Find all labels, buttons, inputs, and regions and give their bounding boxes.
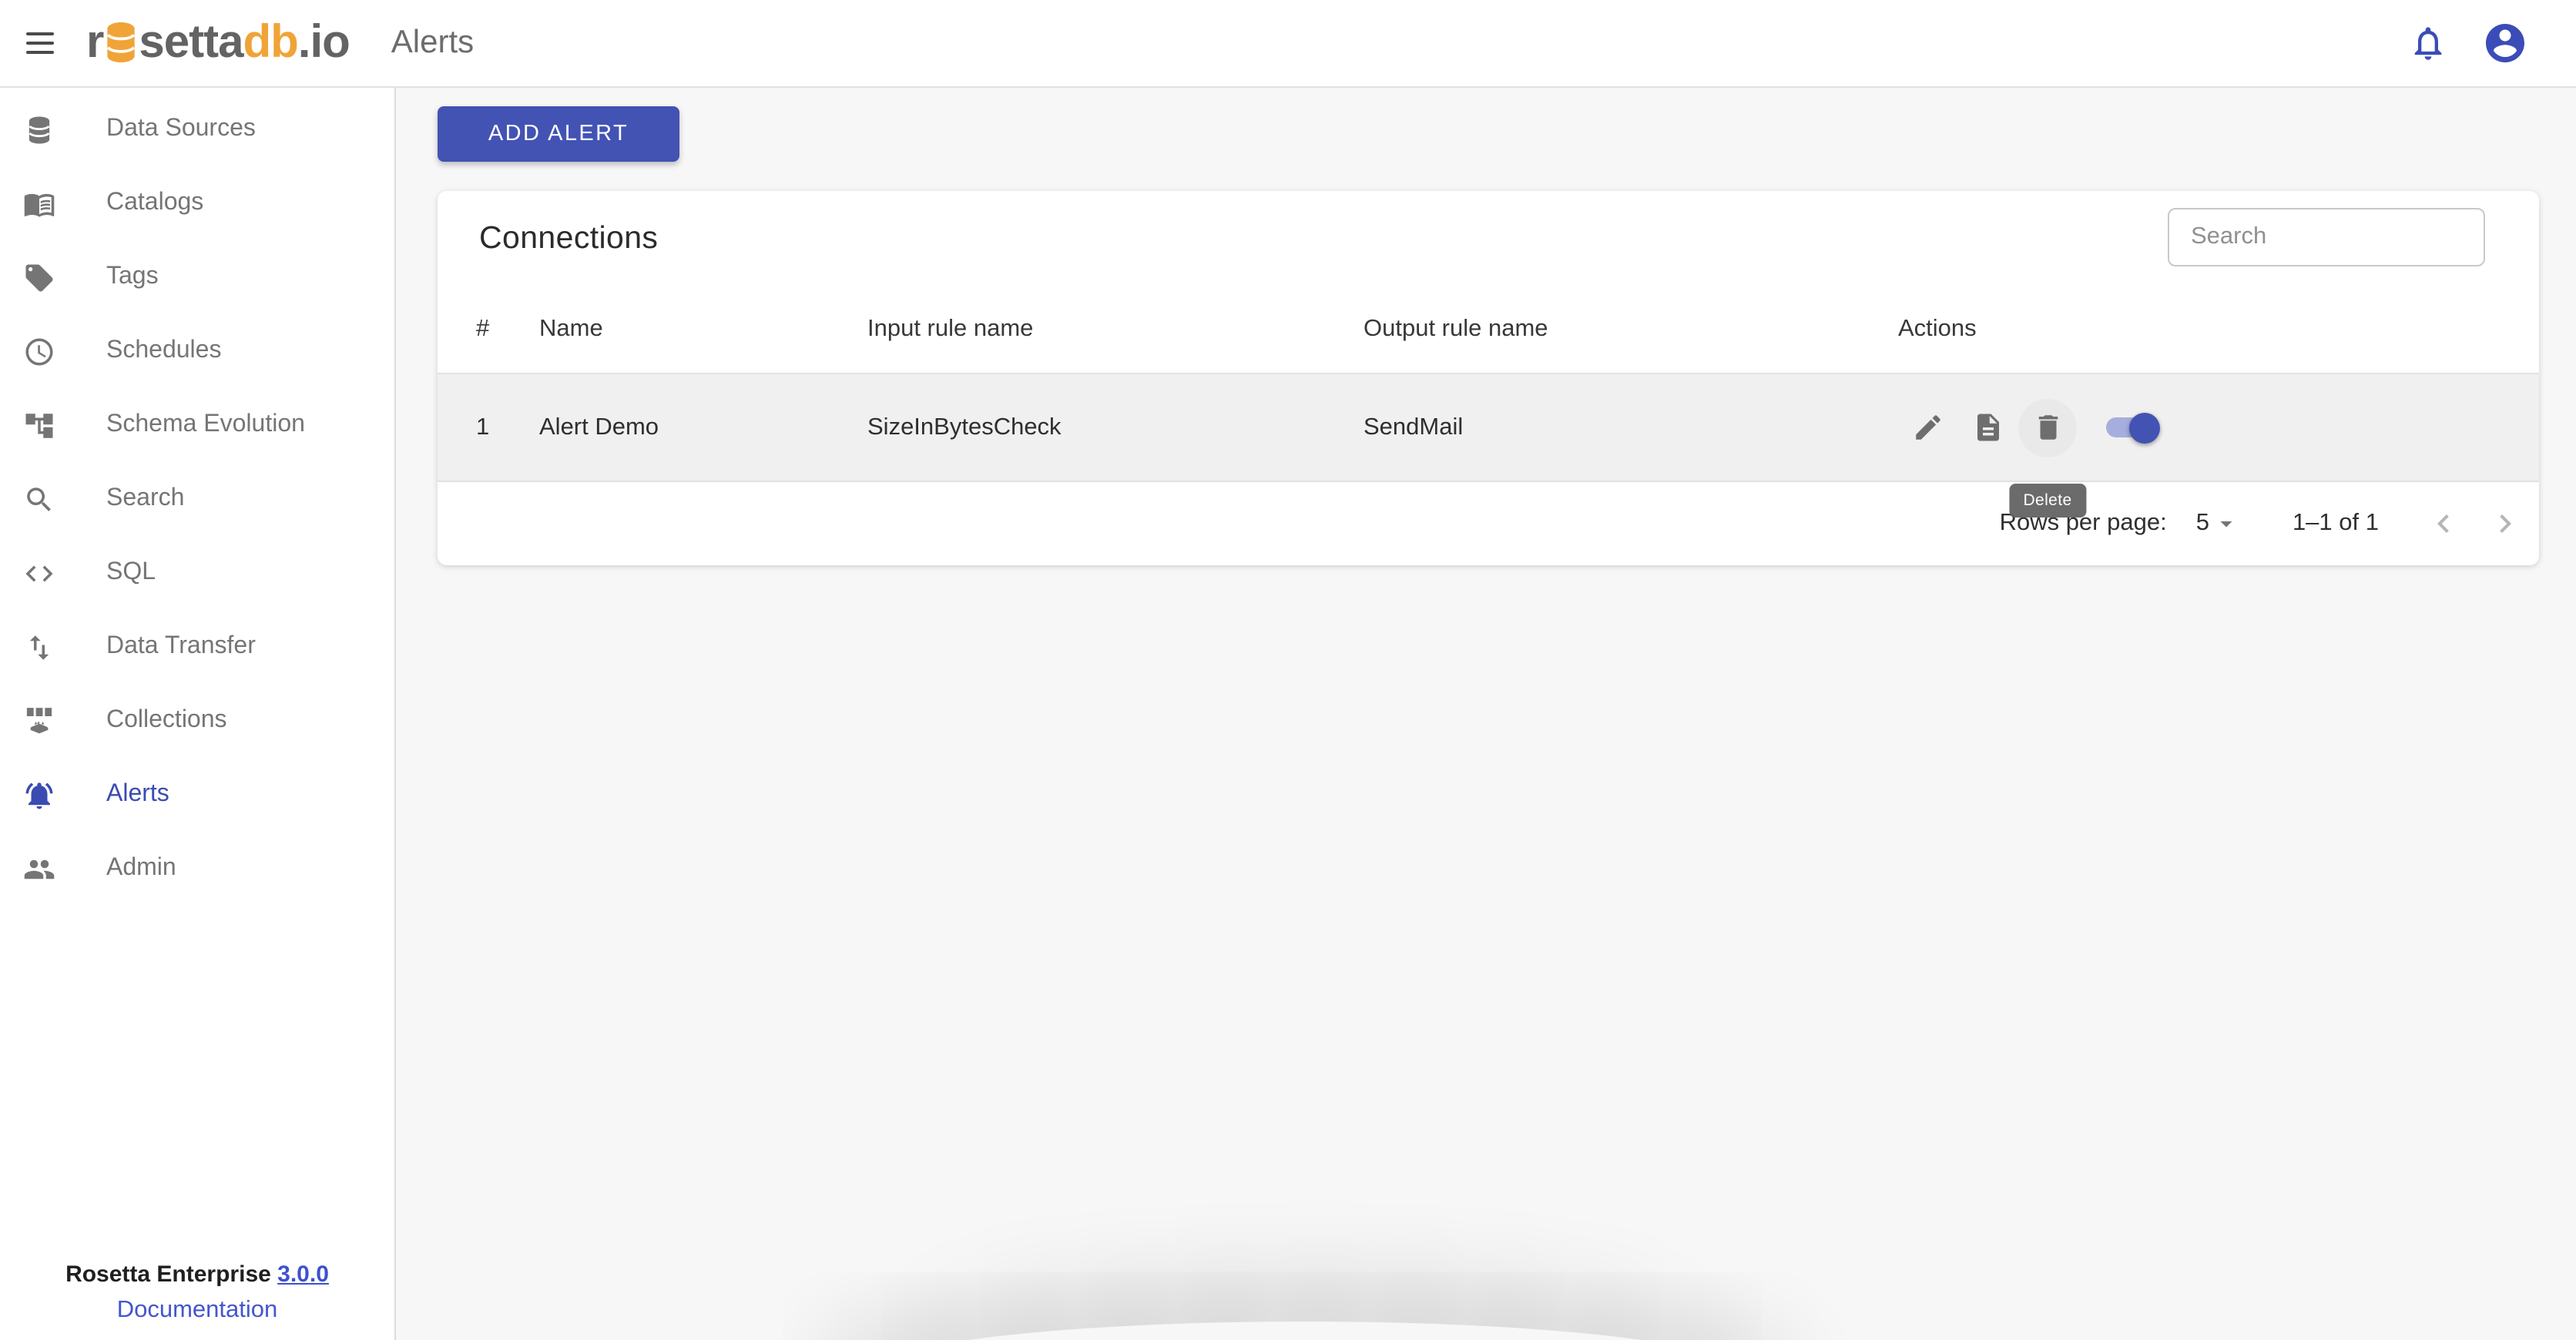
card-title: Connections (479, 220, 658, 257)
topbar: r setta db .io Alerts (0, 0, 2576, 88)
column-header-input-rule: Input rule name (867, 316, 1363, 343)
sidebar-item-alerts[interactable]: Alerts (0, 758, 394, 832)
row-name: Alert Demo (539, 414, 867, 441)
sidebar-item-label: Collections (106, 707, 227, 735)
sidebar-item-label: Data Sources (106, 116, 256, 143)
chevron-right-icon (2487, 504, 2524, 541)
dropdown-arrow-icon (2212, 509, 2240, 537)
tree-icon (23, 409, 55, 441)
menu-icon[interactable] (26, 32, 54, 54)
row-input-rule: SizeInBytesCheck (867, 414, 1363, 441)
sidebar-item-catalogs[interactable]: Catalogs (0, 166, 394, 240)
app-root: r setta db .io Alerts (0, 0, 2576, 1340)
import-export-icon (23, 631, 55, 663)
column-header-name: Name (539, 316, 867, 343)
delete-button[interactable] (2018, 398, 2077, 457)
pagination-range: 1–1 of 1 (2293, 509, 2379, 537)
table-pagination: Rows per page: 5 1–1 of 1 (438, 482, 2539, 564)
sidebar-item-schema-evolution[interactable]: Schema Evolution (0, 388, 394, 462)
sidebar-item-label: Admin (106, 855, 176, 883)
user-avatar-icon[interactable] (2482, 20, 2528, 66)
next-page-button[interactable] (2487, 504, 2524, 541)
search-icon (23, 483, 55, 515)
document-icon (1971, 411, 2004, 444)
row-output-rule: SendMail (1363, 414, 1898, 441)
documentation-link[interactable]: Documentation (0, 1292, 394, 1328)
bottom-edge-shadow (858, 1322, 1752, 1340)
collections-icon (23, 705, 55, 737)
previous-page-button[interactable] (2425, 504, 2462, 541)
sidebar: Data Sources Catalogs Tags Schedu (0, 88, 396, 1340)
notifications-bell-icon[interactable] (2408, 23, 2448, 63)
delete-tooltip: Delete (2009, 484, 2085, 518)
row-actions (1898, 398, 2524, 457)
people-icon (23, 853, 55, 885)
column-header-actions: Actions (1898, 316, 2524, 343)
product-name: Rosetta Enterprise (65, 1261, 271, 1288)
log-button[interactable] (1958, 398, 2017, 457)
rows-per-page-value: 5 (2196, 509, 2209, 537)
sidebar-item-label: Search (106, 485, 184, 513)
bell-ringing-icon (23, 779, 55, 811)
logo-text-middle: setta (139, 20, 243, 66)
card-header: Connections (438, 191, 2539, 286)
logo-text-suffix: .io (298, 20, 350, 66)
sidebar-item-collections[interactable]: Collections (0, 684, 394, 758)
table-header-row: # Name Input rule name Output rule name … (438, 286, 2539, 374)
chevron-left-icon (2425, 504, 2462, 541)
version-link[interactable]: 3.0.0 (277, 1261, 329, 1288)
enabled-toggle[interactable] (2101, 412, 2160, 443)
sidebar-item-label: Data Transfer (106, 633, 256, 661)
toggle-thumb (2129, 412, 2160, 443)
logo-database-icon (105, 21, 137, 62)
app-shell: Data Sources Catalogs Tags Schedu (0, 88, 2576, 1340)
sidebar-item-label: Catalogs (106, 189, 203, 217)
trash-icon (2031, 411, 2064, 444)
product-version-line: Rosetta Enterprise 3.0.0 (0, 1257, 394, 1292)
table-row: 1 Alert Demo SizeInBytesCheck SendMail (438, 374, 2539, 482)
sidebar-item-label: Schedules (106, 337, 221, 365)
column-header-num: # (476, 316, 539, 343)
search-input[interactable] (2168, 208, 2485, 266)
clock-icon (23, 335, 55, 367)
tag-icon (23, 261, 55, 293)
sidebar-item-data-sources[interactable]: Data Sources (0, 92, 394, 166)
logo-text-db: db (243, 20, 297, 66)
sidebar-item-label: SQL (106, 559, 156, 587)
app-logo[interactable]: r setta db .io (86, 20, 350, 66)
connections-card: Connections # Name Input rule name Outpu… (438, 191, 2539, 565)
column-header-output-rule: Output rule name (1363, 316, 1898, 343)
sidebar-item-search[interactable]: Search (0, 462, 394, 536)
sidebar-item-label: Tags (106, 263, 159, 291)
logo-text-prefix: r (86, 20, 103, 66)
add-alert-button[interactable]: ADD ALERT (438, 106, 679, 162)
sidebar-item-schedules[interactable]: Schedules (0, 314, 394, 388)
sidebar-item-admin[interactable]: Admin (0, 832, 394, 906)
database-icon (23, 113, 55, 146)
sidebar-item-label: Schema Evolution (106, 411, 305, 439)
rows-per-page-select[interactable]: 5 (2196, 509, 2240, 537)
sidebar-footer: Rosetta Enterprise 3.0.0 Documentation (0, 1257, 394, 1328)
book-icon (23, 187, 55, 219)
sidebar-item-label: Alerts (106, 781, 169, 809)
pencil-icon (1911, 411, 1944, 444)
sidebar-item-tags[interactable]: Tags (0, 240, 394, 314)
sidebar-item-data-transfer[interactable]: Data Transfer (0, 610, 394, 684)
sidebar-item-sql[interactable]: SQL (0, 536, 394, 610)
main-content: ADD ALERT Connections # Name Input rule … (396, 88, 2576, 1340)
code-icon (23, 557, 55, 589)
edit-button[interactable] (1898, 398, 1957, 457)
page-title: Alerts (391, 25, 474, 62)
row-num: 1 (476, 414, 539, 441)
